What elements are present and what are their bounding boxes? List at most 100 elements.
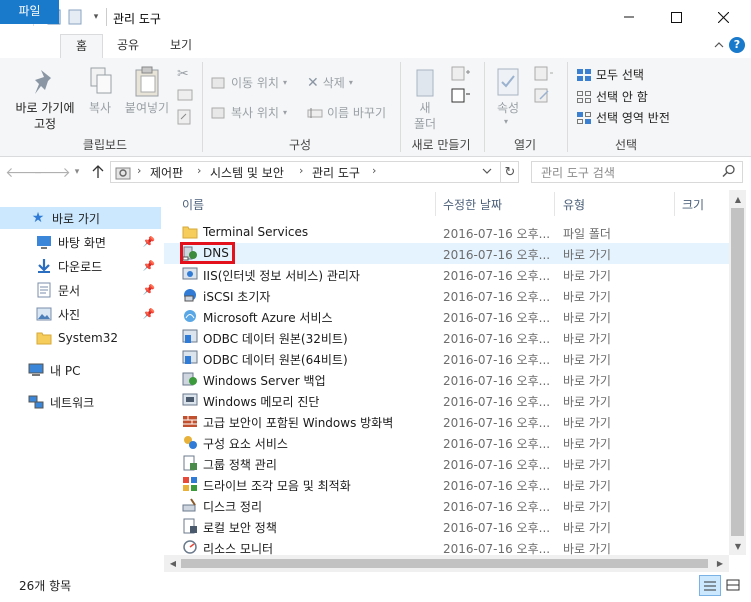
new-folder-button[interactable]: 새 폴더	[405, 100, 445, 132]
column-divider[interactable]	[554, 192, 555, 216]
highlight-annotation	[180, 242, 235, 264]
breadcrumb-separator: ›	[137, 164, 142, 177]
paste-button[interactable]: 붙여넣기	[121, 100, 173, 116]
file-type: 바로 가기	[563, 374, 611, 388]
ribbon-separator	[202, 62, 203, 152]
nav-item-desktop[interactable]: 바탕 화면 📌	[0, 231, 161, 253]
collapse-ribbon-icon[interactable]	[714, 40, 724, 53]
list-item[interactable]: 로컬 보안 정책 2016-07-16 오후... 바로 가기	[164, 516, 729, 537]
breadcrumb-separator: ›	[372, 164, 377, 177]
list-item[interactable]: ODBC 데이터 원본(32비트) 2016-07-16 오후... 바로 가기	[164, 327, 729, 348]
column-divider[interactable]	[674, 192, 675, 216]
list-item[interactable]: 디스크 정리 2016-07-16 오후... 바로 가기	[164, 495, 729, 516]
nav-item-pictures[interactable]: 사진 📌	[0, 303, 161, 325]
back-button[interactable]: 🡐	[5, 163, 43, 181]
tab-file[interactable]: 파일	[0, 0, 59, 24]
breadcrumb-control-panel[interactable]: 제어판	[150, 164, 183, 181]
nav-this-pc[interactable]: 내 PC	[0, 359, 161, 381]
nav-this-pc-label: 내 PC	[50, 363, 81, 378]
invert-selection-button[interactable]: 선택 영역 반전	[576, 109, 670, 126]
file-date: 2016-07-16 오후...	[443, 332, 551, 346]
edit-icon[interactable]	[534, 88, 552, 107]
copy-button[interactable]: 복사	[84, 100, 116, 116]
details-view-button[interactable]	[699, 575, 721, 596]
easy-access-icon[interactable]	[450, 88, 472, 107]
select-none-button[interactable]: 선택 안 함	[576, 88, 648, 105]
cleanup-icon	[182, 497, 198, 513]
vertical-scroll-thumb[interactable]	[731, 208, 744, 536]
customize-toolbar-icon[interactable]: ▾	[88, 9, 104, 25]
large-icons-view-button[interactable]	[723, 575, 743, 594]
column-date[interactable]: 수정한 날짜	[443, 196, 502, 213]
horizontal-scroll-thumb[interactable]	[181, 559, 708, 568]
help-icon[interactable]: ?	[729, 37, 745, 53]
select-all-button[interactable]: 모두 선택	[576, 66, 644, 83]
recent-locations-icon[interactable]: ▾	[67, 163, 87, 181]
pin-icon[interactable]: 📌	[143, 309, 155, 320]
cut-icon[interactable]: ✂	[177, 66, 189, 82]
rename-button[interactable]: 이름 바꾸기	[307, 104, 386, 121]
column-name[interactable]: 이름	[182, 196, 204, 213]
pin-icon[interactable]: 📌	[143, 261, 155, 272]
list-item[interactable]: Terminal Services 2016-07-16 오후... 파일 폴더	[164, 222, 729, 243]
nav-quick-access[interactable]: ★ 바로 가기	[0, 207, 161, 229]
new-folder-quick-icon[interactable]	[67, 9, 83, 25]
file-date: 2016-07-16 오후...	[443, 269, 551, 283]
move-to-button[interactable]: 이동 위치 ▾	[211, 74, 287, 91]
pin-icon[interactable]: 📌	[143, 237, 155, 248]
scroll-up-icon[interactable]: ▲	[730, 191, 746, 207]
paste-shortcut-icon[interactable]	[177, 109, 191, 128]
paste-icon	[134, 66, 160, 101]
properties-button[interactable]: 속성	[490, 100, 526, 116]
list-item[interactable]: Microsoft Azure 서비스 2016-07-16 오후... 바로 …	[164, 306, 729, 327]
list-item[interactable]: 구성 요소 서비스 2016-07-16 오후... 바로 가기	[164, 432, 729, 453]
maximize-button[interactable]	[653, 0, 699, 34]
nav-item-documents[interactable]: 문서 📌	[0, 279, 161, 301]
scroll-down-icon[interactable]: ▼	[730, 538, 746, 554]
list-item[interactable]: iSCSI 초기자 2016-07-16 오후... 바로 가기	[164, 285, 729, 306]
file-name: ODBC 데이터 원본(32비트)	[203, 332, 348, 346]
new-item-icon[interactable]	[450, 66, 472, 85]
tab-home[interactable]: 홈	[60, 34, 103, 59]
column-type[interactable]: 유형	[563, 196, 585, 213]
security-policy-icon	[182, 518, 198, 534]
open-icon[interactable]	[534, 66, 556, 85]
forward-button[interactable]: 🡒	[33, 163, 71, 181]
delete-button[interactable]: ✕ 삭제 ▾	[307, 74, 353, 91]
copy-path-icon[interactable]	[177, 89, 193, 104]
pin-icon[interactable]: 📌	[143, 285, 155, 296]
nav-item-downloads[interactable]: 다운로드 📌	[0, 255, 161, 277]
list-item[interactable]: 고급 보안이 포함된 Windows 방화벽 2016-07-16 오후... …	[164, 411, 729, 432]
move-to-icon	[211, 77, 225, 88]
address-dropdown-icon[interactable]	[482, 163, 492, 182]
scroll-right-icon[interactable]: ▶	[712, 555, 728, 571]
nav-item-system32[interactable]: System32	[0, 327, 161, 349]
copy-to-button[interactable]: 복사 위치 ▾	[211, 104, 287, 121]
list-item[interactable]: IIS(인터넷 정보 서비스) 관리자 2016-07-16 오후... 바로 …	[164, 264, 729, 285]
nav-network[interactable]: 네트워크	[0, 391, 161, 413]
breadcrumb-admin-tools[interactable]: 관리 도구	[312, 164, 360, 181]
file-type: 바로 가기	[563, 269, 611, 283]
list-item[interactable]: Windows 메모리 진단 2016-07-16 오후... 바로 가기	[164, 390, 729, 411]
tab-share[interactable]: 공유	[105, 34, 151, 58]
search-icon[interactable]	[722, 164, 736, 181]
list-item[interactable]: DNS 2016-07-16 오후... 바로 가기	[164, 243, 729, 264]
up-button[interactable]	[88, 163, 108, 181]
close-button[interactable]	[700, 0, 746, 34]
minimize-button[interactable]	[606, 0, 652, 34]
scroll-left-icon[interactable]: ◀	[165, 555, 181, 571]
column-divider[interactable]	[435, 192, 436, 216]
item-count: 26개 항목	[19, 579, 72, 593]
refresh-button[interactable]: ↻	[500, 162, 519, 182]
open-group-label: 열기	[513, 138, 537, 152]
column-size[interactable]: 크기	[682, 196, 704, 213]
breadcrumb-system-security[interactable]: 시스템 및 보안	[210, 164, 284, 181]
list-item[interactable]: ODBC 데이터 원본(64비트) 2016-07-16 오후... 바로 가기	[164, 348, 729, 369]
pin-quick-access-button[interactable]: 바로 가기에 고정	[9, 100, 81, 132]
properties-dropdown-icon[interactable]: ▾	[504, 117, 508, 126]
list-item[interactable]: 그룹 정책 관리 2016-07-16 오후... 바로 가기	[164, 453, 729, 474]
list-item[interactable]: Windows Server 백업 2016-07-16 오후... 바로 가기	[164, 369, 729, 390]
list-item[interactable]: 드라이브 조각 모음 및 최적화 2016-07-16 오후... 바로 가기	[164, 474, 729, 495]
tab-view[interactable]: 보기	[157, 34, 205, 58]
list-item[interactable]: 리소스 모니터 2016-07-16 오후... 바로 가기	[164, 537, 729, 555]
